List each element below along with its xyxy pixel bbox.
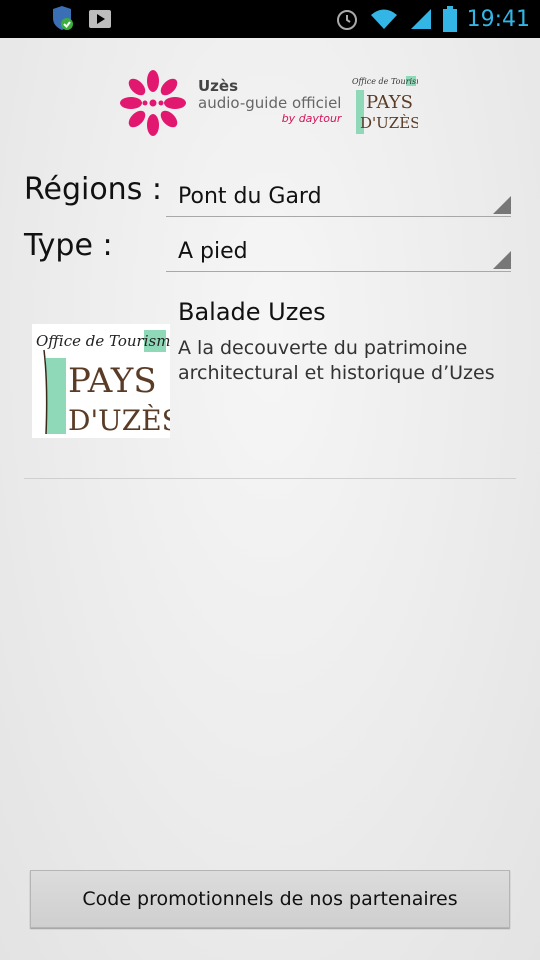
- clock: 19:41: [466, 6, 530, 32]
- regions-spinner-value: Pont du Gard: [178, 184, 322, 209]
- promo-code-button[interactable]: Code promotionnels de nos partenaires: [30, 870, 510, 928]
- brand-city: Uzès: [198, 77, 239, 95]
- shield-check-icon: [53, 6, 73, 30]
- brand-by-prefix: by: [281, 112, 299, 125]
- notification-icons: [50, 6, 112, 30]
- app-header: Uzès audio-guide officiel by daytour Off…: [0, 66, 540, 138]
- logo-line3: D'UZÈS: [68, 404, 170, 437]
- type-label: Type :: [24, 228, 113, 263]
- regions-spinner[interactable]: Pont du Gard: [166, 176, 511, 217]
- type-spinner-value: A pied: [178, 239, 248, 264]
- signal-icon: [410, 9, 431, 29]
- wifi-icon: [370, 9, 397, 29]
- office-tourisme-logo: Office de Tourisme PAYS D'UZÈS: [352, 76, 418, 134]
- office-tourisme-logo: Office de Tourisme PAYS D'UZÈS: [32, 324, 170, 438]
- logo-small-line3: D'UZÈS: [360, 114, 418, 132]
- logo-small-line1: Office de Tourisme: [352, 77, 418, 86]
- logo-line1: Office de Tourisme: [36, 332, 170, 350]
- item-title: Balade Uzes: [178, 298, 326, 326]
- battery-icon: [442, 6, 457, 32]
- list-item[interactable]: Office de Tourisme PAYS D'UZÈS Balade Uz…: [24, 294, 516, 478]
- brand-subtitle: audio-guide officiel: [198, 94, 342, 112]
- alarm-icon: [336, 10, 357, 30]
- dropdown-arrow-icon: [493, 196, 511, 214]
- regions-label: Régions :: [24, 172, 162, 207]
- list-divider: [24, 478, 516, 479]
- brand-text: Uzès audio-guide officiel by daytour: [198, 78, 341, 126]
- status-bar: 19:41: [0, 0, 540, 38]
- brand-by: by daytour: [198, 112, 342, 126]
- system-icons: 19:41: [335, 0, 530, 38]
- logo-line2: PAYS: [68, 361, 157, 401]
- play-store-icon: [89, 10, 111, 28]
- dropdown-arrow-icon: [493, 251, 511, 269]
- logo-small-line2: PAYS: [366, 92, 413, 113]
- type-spinner[interactable]: A pied: [166, 231, 511, 272]
- brand-by-daytour: daytour: [298, 112, 342, 125]
- item-description: A la decouverte du patrimoine architectu…: [178, 337, 495, 384]
- audio-guide-logo-icon: [120, 70, 186, 136]
